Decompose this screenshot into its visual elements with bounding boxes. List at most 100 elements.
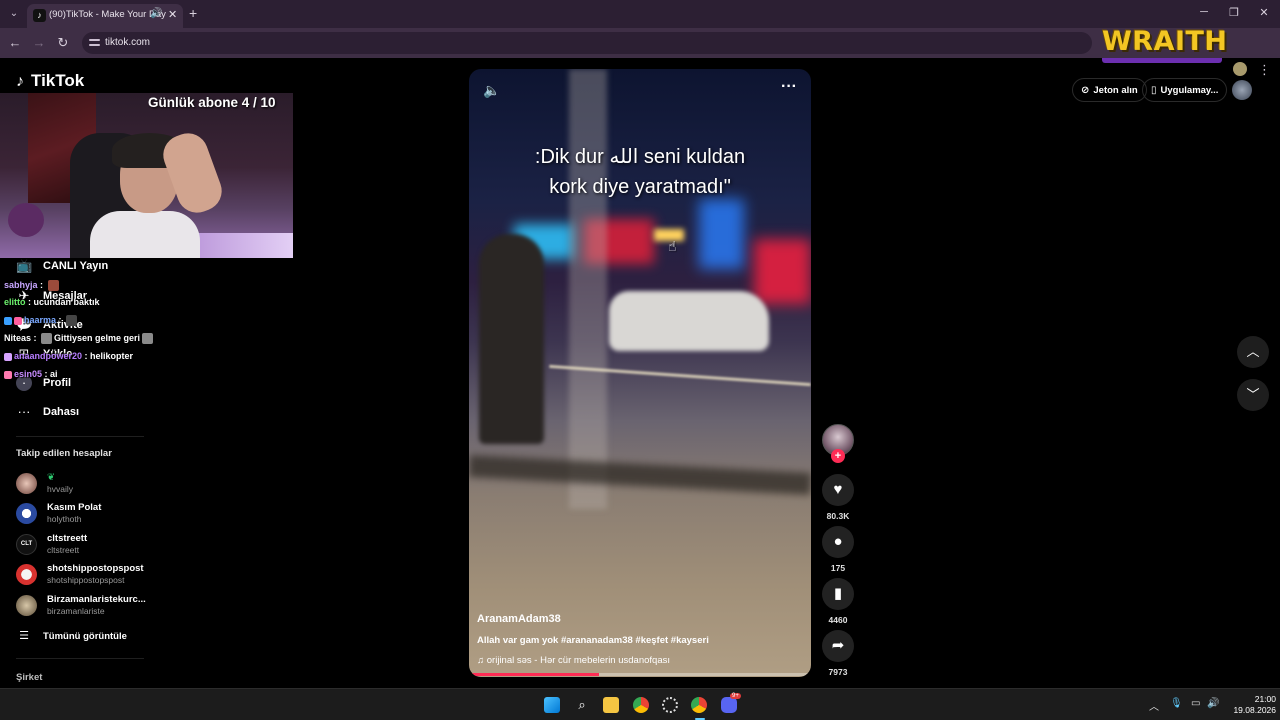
- video-neon-red-right: [754, 239, 811, 304]
- video-volume-speaker-icon[interactable]: 🔈: [483, 82, 500, 99]
- see-all-label: Tümünü görüntüle: [43, 630, 127, 642]
- tab-title: (90)TikTok - Make Your Day: [49, 9, 166, 20]
- heart-icon: ♥: [833, 481, 843, 498]
- new-tab-plus-icon[interactable]: +: [189, 5, 197, 21]
- more-icon: ···: [17, 404, 31, 419]
- minimize-icon[interactable]: ─: [1196, 6, 1212, 18]
- webcam-shirt: [90, 211, 200, 258]
- obs-icon[interactable]: [662, 697, 678, 713]
- leaf-emoji-icon: ❦: [47, 472, 55, 483]
- wraith-banner: WRAITH: [1102, 26, 1228, 57]
- microphone-icon[interactable]: 🎙: [1170, 698, 1183, 709]
- chrome-active-icon[interactable]: [691, 697, 707, 713]
- forward-arrow-right-icon[interactable]: →: [31, 35, 47, 50]
- chat-message: haarma :: [4, 315, 79, 327]
- video-neon-blue-right: [699, 199, 744, 269]
- following-name: Birzamanlaristekurc...: [47, 594, 146, 605]
- chat-text: ucundan baktık: [33, 297, 100, 307]
- chat-badge-icon: [4, 316, 12, 325]
- extension-avatar-icon[interactable]: [1233, 62, 1247, 76]
- chat-emote-icon: [41, 333, 53, 345]
- list-icon: ☰: [19, 630, 29, 642]
- get-coins-button[interactable]: ⊘ Jeton alın: [1072, 78, 1147, 102]
- windows-start-icon[interactable]: [544, 697, 560, 713]
- windows-taskbar: ⌕ 9+ ︿ 🎙 ▭ 🔊 21:00 19.08.2026: [0, 688, 1280, 720]
- nav-item-live[interactable]: 📺 CANLI Yayın: [16, 255, 108, 277]
- tab-search-chevron-down-icon[interactable]: ⌄: [6, 6, 22, 22]
- discord-icon[interactable]: [721, 697, 737, 713]
- save-button[interactable]: ▮: [822, 578, 854, 610]
- following-handle: holythoth: [47, 514, 82, 524]
- tray-chevron-up-icon[interactable]: ︿: [1149, 698, 1159, 713]
- video-pole: [569, 69, 607, 509]
- site-settings-icon[interactable]: [88, 36, 101, 49]
- network-icon[interactable]: ▭: [1191, 698, 1200, 709]
- clock-time: 21:00: [1254, 694, 1276, 704]
- tab-speaker-icon[interactable]: 🔊: [150, 8, 162, 19]
- video-player[interactable]: :Dik dur الله seni kuldan kork diye yara…: [469, 69, 811, 677]
- chat-message: esin05 : ai: [4, 369, 58, 379]
- following-name: shotshippostopspost: [47, 563, 144, 574]
- like-button[interactable]: ♥: [822, 474, 854, 506]
- share-button[interactable]: ➦: [822, 630, 854, 662]
- next-video-chevron-down-icon[interactable]: ﹀: [1237, 379, 1269, 411]
- avatar: [16, 503, 37, 524]
- video-description: Allah var gam yok #arananadam38 #keşfet …: [477, 635, 709, 646]
- restore-icon[interactable]: ❐: [1226, 6, 1242, 19]
- like-count: 80.3K: [826, 511, 850, 521]
- reload-icon[interactable]: ↻: [55, 35, 71, 51]
- wraith-banner-bar: [1102, 58, 1222, 63]
- following-handle: birzamanlariste: [47, 606, 105, 616]
- chat-message: Niteas : Gittiysen gelme geri: [4, 333, 155, 345]
- tiktok-logo-text: TikTok: [31, 71, 85, 90]
- clock-date: 19.08.2026: [1233, 705, 1276, 715]
- company-section-title[interactable]: Şirket: [16, 672, 42, 683]
- sidebar-divider: [16, 658, 144, 659]
- tab-close-icon[interactable]: ✕: [168, 8, 177, 21]
- browser-menu-kebab-icon[interactable]: ⋮: [1258, 62, 1271, 78]
- browser-tab[interactable]: ♪ (90)TikTok - Make Your Day 🔊 ✕: [27, 4, 183, 28]
- taskbar-clock[interactable]: 21:00 19.08.2026: [1226, 694, 1276, 716]
- comment-icon: ●: [833, 533, 843, 550]
- chat-message: elitto : ucundan baktık: [4, 297, 100, 307]
- nav-item-label: Dahası: [43, 406, 80, 418]
- following-section-title: Takip edilen hesaplar: [16, 448, 112, 459]
- file-explorer-icon[interactable]: [603, 697, 619, 713]
- get-app-label: Uygulamay...: [1160, 84, 1219, 96]
- previous-video-chevron-up-icon[interactable]: ︿: [1237, 336, 1269, 368]
- see-all-following-link[interactable]: ☰ Tümünü görüntüle: [16, 628, 127, 644]
- follow-plus-icon[interactable]: +: [831, 449, 845, 463]
- user-avatar[interactable]: [1232, 80, 1252, 100]
- chat-badge-icon: [4, 370, 12, 379]
- video-caption: :Dik dur الله seni kuldan kork diye yara…: [469, 142, 811, 202]
- following-handle: hvvaily: [47, 484, 73, 494]
- chrome-icon[interactable]: [633, 697, 649, 713]
- video-author[interactable]: AranamAdam38: [477, 613, 561, 625]
- comment-button[interactable]: ●: [822, 526, 854, 558]
- video-music[interactable]: ♫ orijinal səs - Hər cür mebelerin usdan…: [477, 655, 670, 666]
- get-coins-label: Jeton alın: [1093, 84, 1138, 96]
- search-icon[interactable]: ⌕: [574, 697, 590, 713]
- discord-badge: 9+: [730, 693, 741, 699]
- webcam-plush-toy: [8, 203, 44, 237]
- avatar: [16, 595, 37, 616]
- chat-message: sabhyja :: [4, 280, 61, 292]
- get-app-button[interactable]: ▯ Uygulamay...: [1142, 78, 1228, 102]
- coin-icon: ⊘: [1081, 84, 1090, 96]
- address-bar[interactable]: tiktok.com: [82, 32, 1092, 54]
- following-name: cltstreett: [47, 533, 88, 544]
- nav-item-more[interactable]: ··· Dahası: [16, 401, 80, 423]
- browser-tab-bar: ⌄ ♪ (90)TikTok - Make Your Day 🔊 ✕ + ─ ❐…: [0, 0, 1280, 28]
- volume-icon[interactable]: 🔊: [1207, 698, 1219, 709]
- nav-item-label: CANLI Yayın: [43, 260, 109, 272]
- chat-emote-icon: [142, 333, 154, 345]
- window-close-icon[interactable]: ✕: [1256, 6, 1272, 19]
- comment-count: 175: [830, 563, 846, 573]
- back-arrow-left-icon[interactable]: ←: [7, 35, 23, 50]
- video-progress-bar[interactable]: [469, 673, 811, 676]
- mouse-cursor-icon: ☝: [668, 238, 677, 254]
- chat-text: helikopter: [90, 351, 134, 361]
- tiktok-note-icon: ♪: [16, 73, 24, 90]
- video-more-options-icon[interactable]: ···: [781, 78, 797, 96]
- tiktok-logo[interactable]: ♪ TikTok: [16, 71, 84, 91]
